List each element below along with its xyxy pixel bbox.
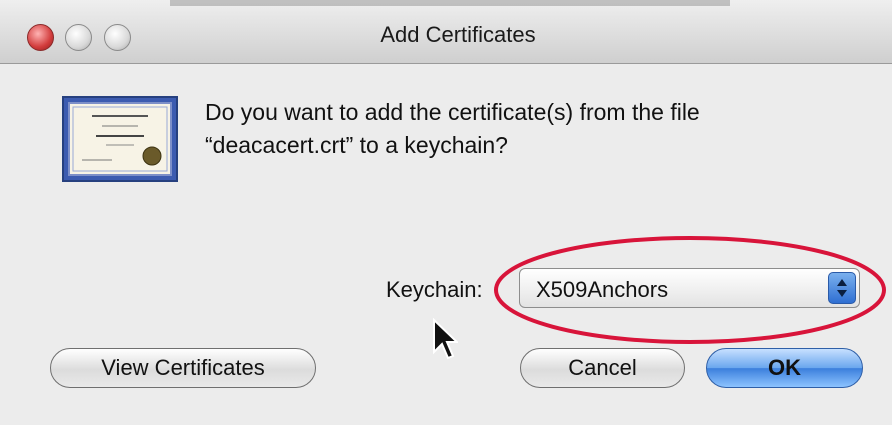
mouse-cursor-icon <box>433 318 458 360</box>
background-window-edge <box>170 0 730 6</box>
title-bar: Add Certificates <box>0 0 892 64</box>
cancel-button[interactable]: Cancel <box>520 348 685 388</box>
confirmation-message: Do you want to add the certificate(s) fr… <box>205 96 865 162</box>
message-line-1: Do you want to add the certificate(s) fr… <box>205 99 700 125</box>
popup-arrows-icon <box>828 272 856 304</box>
keychain-selected-value: X509Anchors <box>536 277 669 302</box>
window-title: Add Certificates <box>380 22 536 47</box>
message-line-2: “deacacert.crt” to a keychain? <box>205 132 508 158</box>
keychain-popup[interactable]: X509Anchors <box>519 268 860 308</box>
ok-button[interactable]: OK <box>706 348 863 388</box>
certificate-icon <box>62 96 178 182</box>
add-certificates-dialog: Add Certificates Do you want to add the … <box>0 0 892 425</box>
keychain-label: Keychain: <box>386 277 483 302</box>
view-certificates-button[interactable]: View Certificates <box>50 348 316 388</box>
